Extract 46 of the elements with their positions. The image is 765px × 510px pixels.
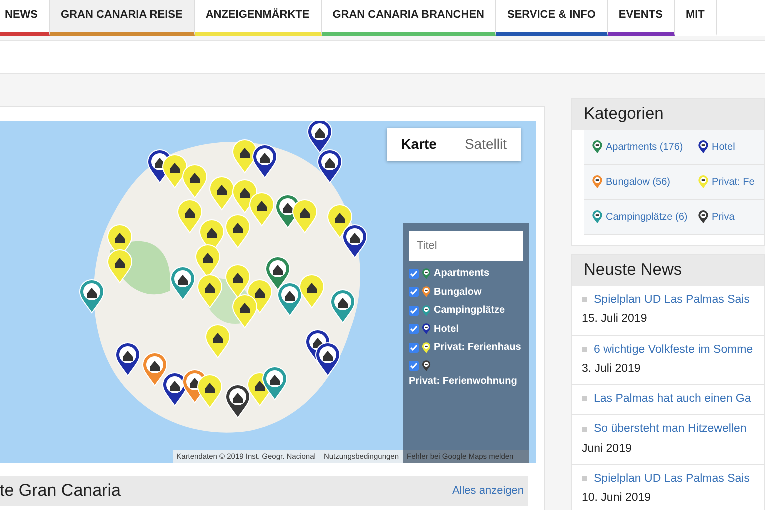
news-link[interactable]: 6 wichtige Volkfeste im Somme (594, 344, 754, 356)
category-link[interactable]: Bungalow (56) (584, 165, 690, 200)
title-input-field[interactable]: Titel (409, 231, 523, 261)
legend-label: Campingplätze (434, 304, 506, 318)
map-type-button[interactable]: Satellit (450, 128, 521, 161)
checkbox[interactable] (409, 324, 419, 334)
category-link[interactable]: Priva (690, 200, 764, 235)
checkbox[interactable] (409, 287, 419, 298)
bullet-icon (582, 297, 587, 302)
legend-label: Hotel (434, 322, 459, 336)
bullet-icon (582, 426, 587, 432)
category-link[interactable]: Privat: Fe (690, 165, 764, 200)
news-link[interactable]: Spielplan UD Las Palmas Sais (594, 294, 750, 306)
legend-label: Bungalow (434, 286, 482, 299)
news-link[interactable]: Spielplan UD Las Palmas Sais (594, 472, 750, 485)
news-link[interactable]: So übersteht man Hitzewellen (594, 423, 747, 436)
news-link[interactable]: Las Palmas hat auch einen Ga (594, 393, 752, 405)
nav-tab[interactable]: SERVICE & INFO (496, 0, 608, 36)
legend-label: Apartments (434, 267, 490, 280)
category-link[interactable]: Hotel (690, 130, 764, 165)
nav-tab[interactable]: GRAN CANARIA BRANCHEN (322, 0, 496, 36)
category-link[interactable]: Apartments (176) (584, 130, 690, 165)
panel-title: Neuste News (572, 255, 764, 286)
section-title: te Gran Canaria (0, 480, 121, 502)
checkbox[interactable] (409, 342, 419, 353)
map-markers-drawing[interactable] (80, 121, 368, 418)
map-type-button[interactable]: Karte (387, 128, 451, 161)
nav-tab[interactable]: GRAN CANARIA REISE (50, 0, 195, 36)
bullet-icon (582, 346, 587, 352)
nav-tab[interactable]: MIT (674, 0, 717, 36)
news-date: 10. Juni 2019 (582, 491, 652, 506)
checkbox[interactable] (409, 306, 419, 316)
category-link[interactable]: Campingplätze (6) (584, 200, 690, 235)
news-date: 3. Juli 2019 (582, 362, 642, 377)
nav-tab[interactable]: EVENTS (608, 0, 675, 36)
panel-title: Kategorien (572, 99, 764, 130)
news-date: Juni 2019 (582, 442, 633, 456)
bullet-icon (582, 396, 587, 402)
legend-label: Privat: Ferienwohnung (409, 374, 518, 388)
legend-label: Privat: Ferienhaus (434, 341, 522, 354)
show-all-link[interactable]: Alles anzeigen (452, 482, 524, 500)
checkbox[interactable] (409, 360, 419, 370)
checkbox[interactable] (409, 268, 419, 279)
bullet-icon (582, 476, 587, 482)
nav-tab[interactable]: ANZEIGENMÄRKTE (194, 0, 322, 36)
news-date: 15. Juli 2019 (582, 312, 648, 328)
